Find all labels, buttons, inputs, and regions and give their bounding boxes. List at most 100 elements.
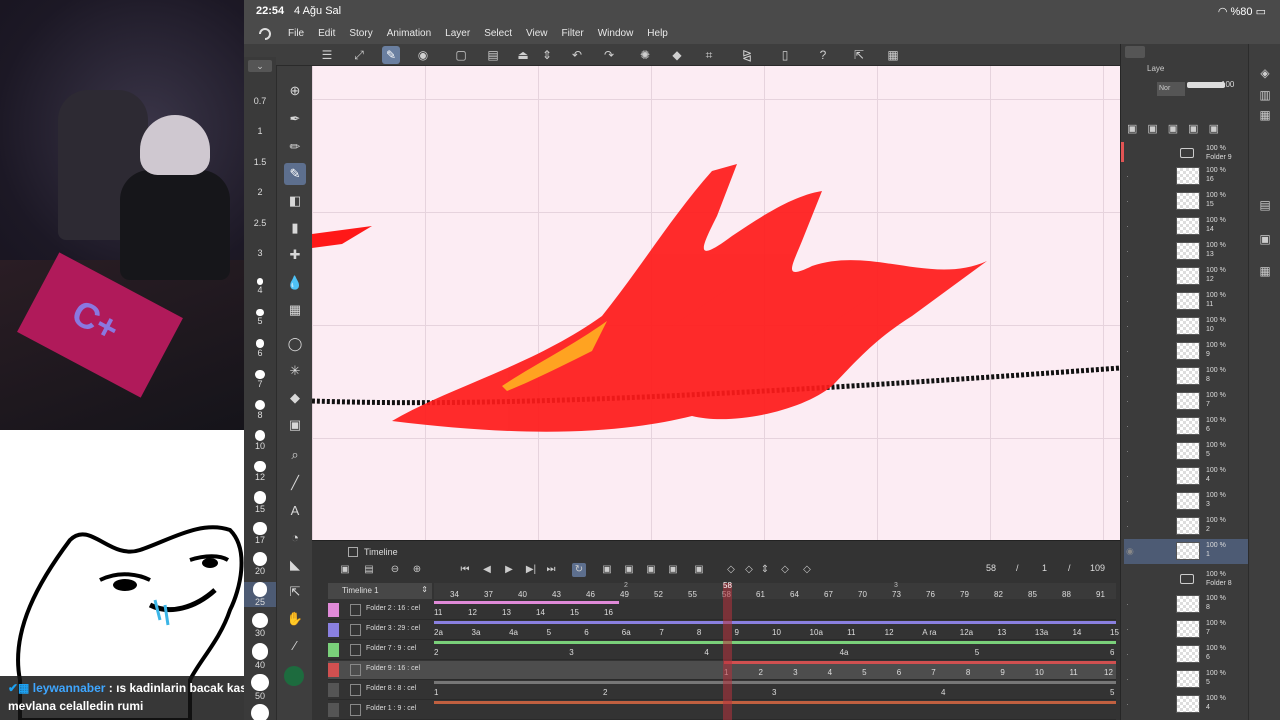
track-lightbox-icon[interactable] bbox=[350, 704, 361, 716]
layer-row[interactable]: · 100 % 15 bbox=[1124, 189, 1248, 214]
layer-row[interactable]: · 100 % 4 bbox=[1124, 464, 1248, 489]
track-visibility-icon[interactable] bbox=[328, 703, 339, 717]
layer-row[interactable]: · 100 % 13 bbox=[1124, 239, 1248, 264]
cel-label[interactable]: 3 bbox=[772, 688, 776, 697]
onion-icon[interactable]: ▣ bbox=[692, 563, 706, 577]
brush-size-6[interactable]: 4 bbox=[244, 278, 276, 295]
layer-row[interactable]: · 100 % 8 bbox=[1124, 364, 1248, 389]
brush-size-18[interactable]: 40 bbox=[244, 643, 276, 670]
keyframe-icon[interactable]: ◇ bbox=[724, 563, 738, 577]
next-frame-icon[interactable]: ▶| bbox=[524, 563, 538, 577]
layer-row[interactable]: · 100 % 16 bbox=[1124, 164, 1248, 189]
app-logo-icon[interactable] bbox=[258, 27, 272, 41]
grid-icon[interactable]: ▦ bbox=[884, 46, 902, 64]
brush-size-11[interactable]: 10 bbox=[244, 430, 276, 451]
cel-label[interactable]: 4a bbox=[840, 648, 849, 657]
new-cel-icon[interactable]: ▣ bbox=[600, 563, 614, 577]
menu-animation[interactable]: Animation bbox=[387, 28, 431, 39]
layer-row[interactable]: ◉ 100 % 1 bbox=[1124, 539, 1248, 564]
layer-folder-8[interactable]: 100 % Folder 8 bbox=[1124, 568, 1248, 593]
cel-label[interactable]: 9 bbox=[1000, 668, 1004, 677]
cel2-icon[interactable]: ▣ bbox=[666, 563, 680, 577]
brush-size-3[interactable]: 2 bbox=[244, 187, 276, 197]
sparkle-tool-icon[interactable]: ✚ bbox=[284, 244, 306, 266]
eye-icon[interactable]: · bbox=[1126, 371, 1138, 381]
save-icon[interactable]: ⏏ bbox=[514, 46, 532, 64]
menu-file[interactable]: File bbox=[288, 28, 304, 39]
eye-icon[interactable]: · bbox=[1126, 599, 1138, 609]
cel-label[interactable]: 12 bbox=[885, 628, 894, 637]
cel-label[interactable]: 3a bbox=[472, 628, 481, 637]
cel-label[interactable]: 12a bbox=[960, 628, 973, 637]
cel-label[interactable]: 2 bbox=[434, 648, 438, 657]
cel-label[interactable]: 3 bbox=[569, 648, 573, 657]
layer-row[interactable]: · 100 % 9 bbox=[1124, 339, 1248, 364]
brush-size-10[interactable]: 8 bbox=[244, 400, 276, 420]
menu-window[interactable]: Window bbox=[598, 28, 634, 39]
layer-row[interactable]: · 100 % 2 bbox=[1124, 514, 1248, 539]
eye-icon[interactable]: · bbox=[1126, 221, 1138, 231]
track-visibility-icon[interactable] bbox=[328, 623, 339, 637]
ease-icon[interactable]: ⇕ bbox=[758, 563, 772, 577]
redo-icon[interactable]: ↷ bbox=[600, 46, 618, 64]
pen-tool-icon[interactable]: ✒ bbox=[284, 108, 306, 130]
cel-label[interactable]: 6a bbox=[622, 628, 631, 637]
opacity-slider[interactable] bbox=[1187, 82, 1225, 88]
first-frame-icon[interactable]: ⏮ bbox=[458, 563, 472, 577]
main-color-swatch[interactable] bbox=[284, 666, 304, 686]
brush-size-17[interactable]: 30 bbox=[244, 612, 276, 638]
loop-icon[interactable]: ↻ bbox=[572, 563, 586, 577]
cel-label[interactable]: 2 bbox=[603, 688, 607, 697]
layer-row[interactable]: · 100 % 8 bbox=[1124, 592, 1248, 617]
cel-label[interactable]: 8 bbox=[966, 668, 970, 677]
cel-label[interactable]: 7 bbox=[659, 628, 663, 637]
properties-icon[interactable]: ▦ bbox=[1256, 262, 1274, 280]
eye-icon[interactable]: · bbox=[1126, 446, 1138, 456]
cel-label[interactable]: 5 bbox=[547, 628, 551, 637]
size-dropdown-icon[interactable]: ⌄ bbox=[248, 60, 272, 72]
brush-size-4[interactable]: 2.5 bbox=[244, 218, 276, 228]
eye-icon[interactable]: · bbox=[1126, 649, 1138, 659]
brush-size-9[interactable]: 7 bbox=[244, 369, 276, 389]
cel-icon[interactable]: ▣ bbox=[644, 563, 658, 577]
color-icon[interactable]: ◉ bbox=[414, 46, 432, 64]
cel-label[interactable]: 16 bbox=[604, 608, 613, 617]
loading-icon[interactable]: ✺ bbox=[636, 46, 654, 64]
navigator-icon[interactable]: ▦ bbox=[1256, 106, 1274, 124]
timeline-track[interactable]: Folder 8 : 8 : cel 1 2 3 4 5 bbox=[328, 681, 1116, 700]
track-visibility-icon[interactable] bbox=[328, 603, 339, 617]
brush-size-14[interactable]: 17 bbox=[244, 521, 276, 545]
layer-row[interactable]: · 100 % 12 bbox=[1124, 264, 1248, 289]
cel-label[interactable]: 12 bbox=[1104, 668, 1113, 677]
cel-label[interactable]: 6 bbox=[1110, 648, 1114, 657]
brush-size-7[interactable]: 5 bbox=[244, 308, 276, 326]
cel-label[interactable]: 7 bbox=[931, 668, 935, 677]
layer-row[interactable]: · 100 % 11 bbox=[1124, 289, 1248, 314]
track-lightbox-icon[interactable] bbox=[350, 624, 361, 636]
cel-label[interactable]: 10 bbox=[772, 628, 781, 637]
zoom-in-icon[interactable]: ⊕ bbox=[410, 563, 424, 577]
new-file-icon[interactable]: ▢ bbox=[452, 46, 470, 64]
move-tool-icon[interactable]: ⊕ bbox=[284, 80, 306, 102]
eye-icon[interactable]: · bbox=[1126, 196, 1138, 206]
cel-label[interactable]: 13 bbox=[997, 628, 1006, 637]
layer-tab-label[interactable]: Laye bbox=[1147, 64, 1164, 73]
menu-layer[interactable]: Layer bbox=[445, 28, 470, 39]
cel-label[interactable]: 13 bbox=[502, 608, 511, 617]
layer-row[interactable]: · 100 % 4 bbox=[1124, 692, 1248, 717]
cel-label[interactable]: 6 bbox=[897, 668, 901, 677]
cel-label[interactable]: 10a bbox=[810, 628, 823, 637]
eraser-tool-icon[interactable]: ◧ bbox=[284, 190, 306, 212]
cel-label[interactable]: 3 bbox=[793, 668, 797, 677]
pencil-tool-icon[interactable]: ✏ bbox=[284, 136, 306, 158]
eye-icon[interactable]: · bbox=[1126, 674, 1138, 684]
layer-row[interactable]: · 100 % 7 bbox=[1124, 389, 1248, 414]
keyframe-edit-icon[interactable]: ◇ bbox=[800, 563, 814, 577]
cel-label[interactable]: 11 bbox=[434, 608, 442, 617]
open-file-icon[interactable]: ▤ bbox=[484, 46, 502, 64]
last-frame-icon[interactable]: ⏭ bbox=[544, 563, 558, 577]
zoom-out-icon[interactable]: ⊖ bbox=[388, 563, 402, 577]
layer-row[interactable]: · 100 % 10 bbox=[1124, 314, 1248, 339]
timeline-track[interactable]: Folder 3 : 29 : cel 2a 3a 4a 5 6 6a 7 8 9 10 10a 11 1… bbox=[328, 621, 1119, 640]
cel-label[interactable]: 8 bbox=[697, 628, 701, 637]
